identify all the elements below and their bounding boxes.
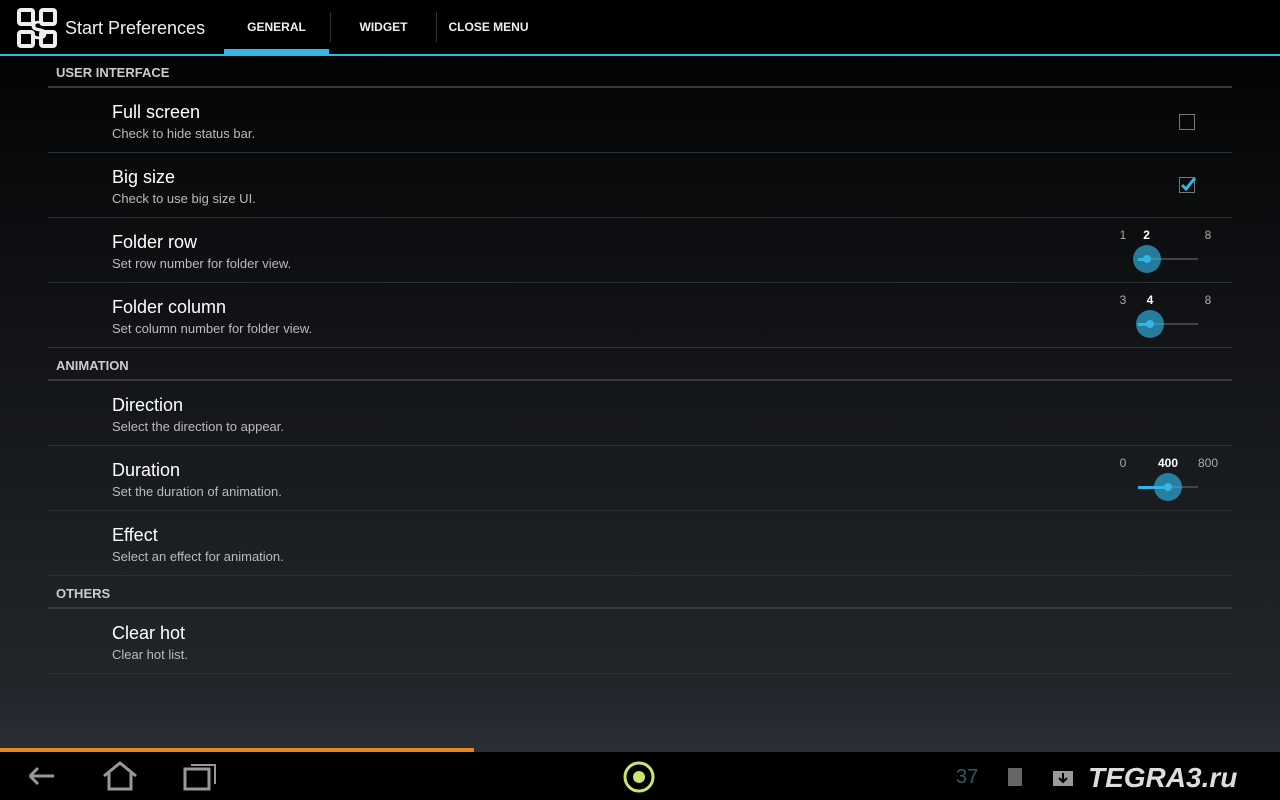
pref-summary: Set row number for folder view.: [112, 256, 292, 271]
tab-general[interactable]: GENERAL: [224, 0, 329, 54]
pref-direction[interactable]: Direction Select the direction to appear…: [48, 381, 1232, 446]
launcher-icon[interactable]: [622, 760, 656, 794]
pref-effect[interactable]: Effect Select an effect for animation.: [48, 511, 1232, 576]
slider-max-label: 800: [1197, 456, 1219, 470]
pref-full-screen[interactable]: Full screen Check to hide status bar.: [48, 88, 1232, 153]
pref-title: Folder row: [112, 232, 198, 252]
pref-big-size[interactable]: Big size Check to use big size UI.: [48, 153, 1232, 218]
pref-title: Clear hot: [112, 623, 186, 643]
pref-title: Full screen: [112, 102, 201, 122]
category-others: OTHERS: [56, 586, 111, 601]
slider-max-label: 8: [1204, 293, 1212, 307]
recent-apps-icon[interactable]: [182, 760, 220, 792]
system-nav-bar: 37 TEGRA3.ru: [0, 752, 1280, 800]
slider-thumb[interactable]: [1154, 473, 1182, 501]
pref-summary: Clear hot list.: [112, 647, 188, 662]
pref-title: Effect: [112, 525, 158, 545]
tab-widget[interactable]: WIDGET: [331, 0, 436, 54]
app-title: Start Preferences: [65, 18, 206, 38]
home-icon[interactable]: [100, 760, 140, 792]
app-logo-icon: S: [17, 8, 57, 48]
pref-folder-column[interactable]: Folder column Set column number for fold…: [48, 283, 1232, 348]
slider-max-label: 8: [1204, 228, 1212, 242]
watermark-logo: TEGRA3.ru: [1088, 762, 1238, 793]
pref-summary: Check to hide status bar.: [112, 126, 256, 141]
checkmark-icon: [1180, 177, 1197, 192]
duration-slider[interactable]: 0 400 800: [1118, 446, 1228, 511]
pref-summary: Select an effect for animation.: [112, 549, 284, 564]
pref-title: Duration: [112, 460, 181, 480]
back-icon[interactable]: [22, 760, 58, 792]
svg-text:S: S: [30, 15, 47, 45]
pref-clear-hot[interactable]: Clear hot Clear hot list.: [48, 609, 1232, 674]
pref-summary: Set the duration of animation.: [112, 484, 282, 499]
slider-min-label: 0: [1119, 456, 1127, 470]
pref-title: Folder column: [112, 297, 227, 317]
folder-row-slider[interactable]: 128: [1118, 218, 1228, 283]
pref-summary: Set column number for folder view.: [112, 321, 313, 336]
slider-thumb[interactable]: [1132, 245, 1161, 273]
full-screen-checkbox[interactable]: [1179, 114, 1195, 130]
pref-title: Big size: [112, 167, 176, 187]
slider-thumb[interactable]: [1136, 310, 1164, 338]
pref-folder-row[interactable]: Folder row Set row number for folder vie…: [48, 218, 1232, 283]
clock: 37: [956, 766, 979, 788]
category-animation: ANIMATION: [56, 358, 129, 373]
pref-summary: Select the direction to appear.: [112, 419, 285, 434]
slider-value-label: 400: [1157, 456, 1179, 470]
pref-title: Direction: [112, 395, 184, 415]
slider-value-label: 2: [1143, 228, 1150, 242]
tab-close-menu[interactable]: CLOSE MENU: [437, 0, 540, 54]
slider-value-label: 4: [1146, 293, 1154, 307]
folder-column-slider[interactable]: 3 4 8: [1118, 283, 1228, 348]
category-user-interface: USER INTERFACE: [56, 65, 170, 80]
pref-summary: Check to use big size UI.: [112, 191, 256, 206]
action-bar: S Start Preferences GENERAL WIDGET CLOSE…: [0, 0, 1280, 56]
download-icon: [1053, 771, 1073, 786]
slider-min-label: 3: [1119, 293, 1127, 307]
pref-duration[interactable]: Duration Set the duration of animation. …: [48, 446, 1232, 511]
sd-card-icon: [1008, 768, 1022, 786]
big-size-checkbox[interactable]: [1179, 177, 1197, 193]
